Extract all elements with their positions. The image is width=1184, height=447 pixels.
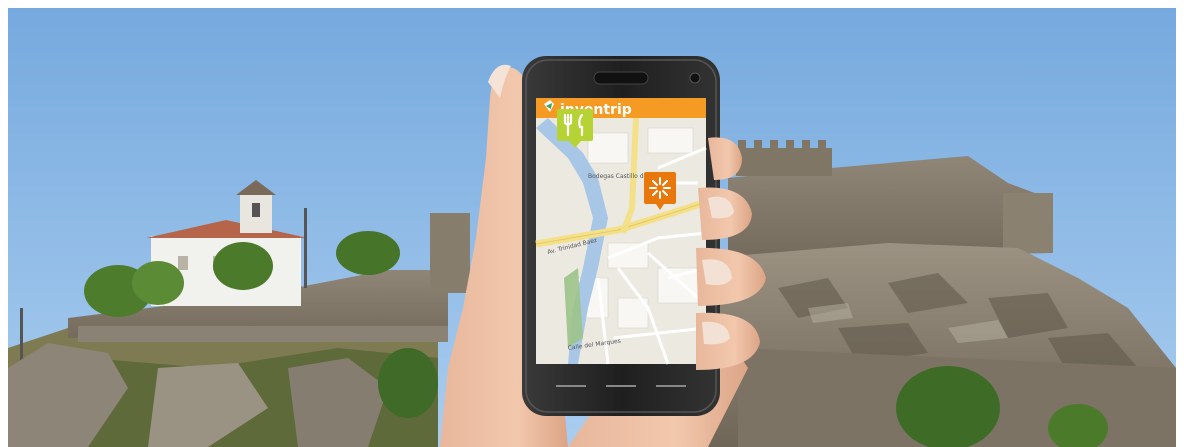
front-camera (689, 72, 701, 84)
map-view: Av. Trinidad Baez Calle del Marques Bode… (535, 117, 708, 365)
smartphone: Av. Trinidad Baez Calle del Marques Bode… (522, 56, 720, 416)
speaker-grille (593, 71, 649, 85)
bush-right (896, 366, 1000, 447)
photo-scene: Av. Trinidad Baez Calle del Marques Bode… (8, 8, 1176, 447)
left-tower (430, 213, 470, 293)
scene-svg: Av. Trinidad Baez Calle del Marques Bode… (8, 8, 1176, 447)
